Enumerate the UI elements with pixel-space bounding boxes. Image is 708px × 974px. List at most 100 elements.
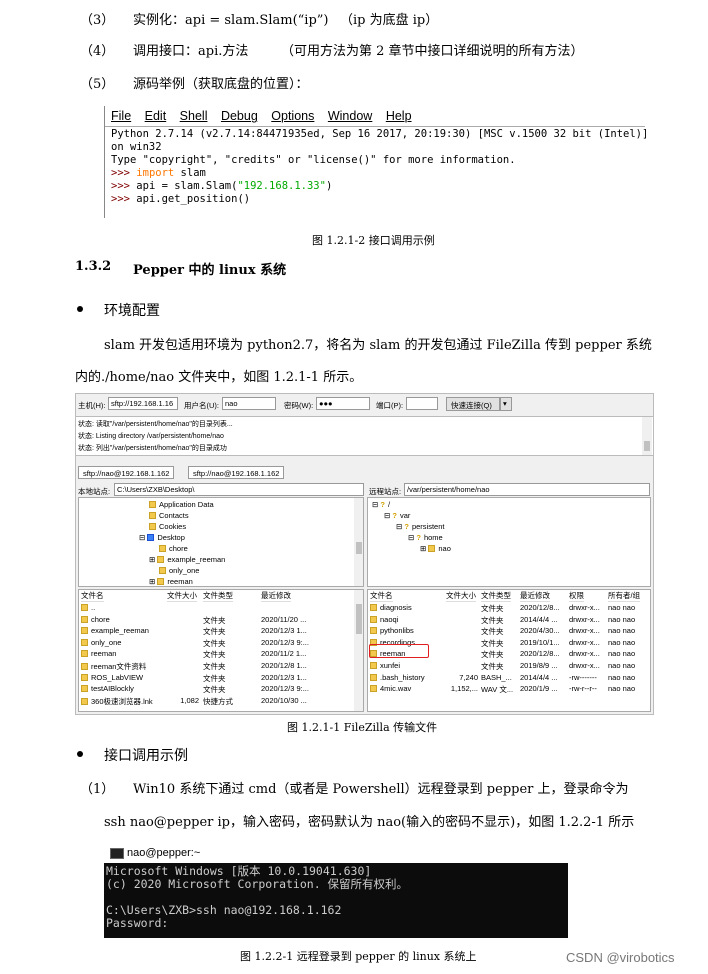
local-file-list: 文件名 文件大小 文件类型 最近修改 .. chore 文件夹 2020/11/20 … <box>78 589 364 712</box>
cell-perm: drwxr-x... <box>569 637 600 647</box>
file-name: .bash_history <box>380 672 425 682</box>
cell-name[interactable]: .bash_history <box>370 673 444 682</box>
cell-name[interactable]: diagnosis <box>370 603 444 612</box>
cell-perm: drwxr-x... <box>569 626 600 636</box>
menu-debug[interactable]: Debug <box>221 109 258 123</box>
cell-name[interactable]: testAIBlockly <box>81 684 165 693</box>
menu-window[interactable]: Window <box>328 109 372 123</box>
tree-item[interactable]: ⊞ nao <box>420 544 451 553</box>
cell-name[interactable]: xunfei <box>370 661 444 670</box>
file-icon <box>370 604 377 611</box>
bullet-environment: 环境配置 <box>104 303 160 319</box>
tree-label: Application Data <box>159 500 214 509</box>
user-label: 用户名(U): <box>184 401 219 410</box>
tab-connection-1[interactable]: sftp://nao@192.168.1.162 <box>78 466 175 479</box>
menu-edit[interactable]: Edit <box>145 109 167 123</box>
column-header-type[interactable]: 文件类型 <box>203 590 233 602</box>
quickconnect-dropdown[interactable]: ▾ <box>500 397 512 411</box>
keyword-import: import <box>136 167 175 179</box>
column-header-size[interactable]: 文件大小 <box>446 590 476 602</box>
local-tree-scrollbar[interactable] <box>354 498 363 586</box>
step-3-note: （ip 为底盘 ip） <box>340 13 439 28</box>
scroll-thumb[interactable] <box>644 441 650 451</box>
cell-date: 2020/12/8 1... <box>261 661 307 670</box>
cell-name[interactable]: reeman <box>81 649 165 658</box>
cell-name[interactable]: 360极速浏览器.lnk <box>81 696 165 707</box>
idle-output[interactable]: Python 2.7.14 (v2.7.14:84471935ed, Sep 1… <box>111 128 648 206</box>
cell-name[interactable]: reeman文件资料 <box>81 661 165 672</box>
menu-help[interactable]: Help <box>386 109 412 123</box>
filezilla-window: 主机(H): sftp://192.168.1.16 用户名(U): nao 密… <box>75 393 654 715</box>
tree-label: / <box>387 500 391 509</box>
tree-item[interactable]: Contacts <box>149 511 189 520</box>
tree-item[interactable]: ⊟ ? var <box>384 511 410 520</box>
local-list-scrollbar[interactable] <box>354 590 363 711</box>
cell-name[interactable]: example_reeman <box>81 626 165 635</box>
menu-shell[interactable]: Shell <box>180 109 208 123</box>
cell-date: 2020/11/20 ... <box>261 614 307 624</box>
log-scrollbar[interactable] <box>642 417 652 455</box>
cell-owner: nao nao <box>608 684 636 694</box>
scroll-thumb[interactable] <box>356 542 362 554</box>
password-input[interactable]: ●●● <box>316 397 370 410</box>
step-5-number: （5） <box>80 77 115 92</box>
column-header-owner[interactable]: 所有者/组 <box>608 590 641 602</box>
column-header-size[interactable]: 文件大小 <box>167 590 197 602</box>
cell-name[interactable]: naoqi <box>370 615 444 624</box>
tree-item[interactable]: chore <box>159 544 188 553</box>
cell-perm: drwxr-x... <box>569 661 600 670</box>
tree-label: nao <box>438 544 451 553</box>
cell-owner: nao nao <box>608 603 636 612</box>
tree-item[interactable]: ⊟ ? persistent <box>396 522 445 531</box>
column-header-permissions[interactable]: 权限 <box>569 590 584 602</box>
column-header-modified[interactable]: 最近修改 <box>520 590 550 602</box>
tree-label: var <box>399 511 411 520</box>
column-header-filename[interactable]: 文件名 <box>370 590 393 602</box>
unknown-folder-icon: ? <box>392 511 397 520</box>
cell-type: 文件夹 <box>481 615 504 625</box>
cell-name[interactable]: ROS_LabVIEW <box>81 673 165 682</box>
cell-name[interactable]: .. <box>81 603 165 612</box>
cell-date: 2020/11/2 1... <box>261 649 307 659</box>
column-header-modified[interactable]: 最近修改 <box>261 590 291 602</box>
terminal-output[interactable]: Microsoft Windows [版本 10.0.19041.630] (c)… <box>106 865 408 930</box>
file-name: chore <box>91 614 110 624</box>
tree-item[interactable]: ⊞ reeman <box>149 577 193 586</box>
tree-item[interactable]: Application Data <box>149 500 214 509</box>
tree-item[interactable]: ⊟ ? / <box>372 500 390 509</box>
remote-path-input[interactable]: /var/persistent/home/nao <box>404 483 650 496</box>
message-log: 状态: 读取"/var/persistent/home/nao"的目录列表...… <box>76 416 653 456</box>
cell-size: 1,082 <box>180 695 199 705</box>
cell-type: 文件夹 <box>203 685 226 695</box>
folder-icon <box>159 545 166 552</box>
menu-options[interactable]: Options <box>271 109 314 123</box>
username-input[interactable]: nao <box>222 397 276 410</box>
menu-file[interactable]: File <box>111 109 131 123</box>
tree-item[interactable]: Cookies <box>149 522 186 531</box>
terminal-line: Password: <box>106 916 169 930</box>
cell-name[interactable]: 4mic.wav <box>370 684 444 693</box>
quickconnect-button[interactable]: 快速连接(Q) <box>446 397 500 411</box>
cell-type: BASH_... <box>481 672 512 682</box>
cell-owner: nao nao <box>608 626 636 636</box>
file-name: 4mic.wav <box>380 684 412 694</box>
port-input[interactable] <box>406 397 438 410</box>
tab-connection-2[interactable]: sftp://nao@192.168.1.162 <box>188 466 285 479</box>
local-path-input[interactable]: C:\Users\ZXB\Desktop\ <box>114 483 364 496</box>
column-header-type[interactable]: 文件类型 <box>481 590 511 602</box>
tree-item[interactable]: ⊟ Desktop <box>139 533 185 542</box>
cell-name[interactable]: chore <box>81 615 165 624</box>
collapse-icon: ⊟ <box>139 533 148 542</box>
file-name: 360极速浏览器.lnk <box>91 696 153 706</box>
cell-name[interactable]: pythonlibs <box>370 626 444 635</box>
tree-item[interactable]: ⊟ ? home <box>408 533 443 542</box>
tree-item[interactable]: ⊞ example_reeman <box>149 555 225 564</box>
idle-cmd-slam: >>> api = slam.Slam("192.168.1.33") <box>111 180 648 193</box>
desktop-icon <box>147 534 155 541</box>
expand-icon: ⊞ <box>420 544 429 553</box>
tree-item[interactable]: only_one <box>159 566 199 575</box>
host-input[interactable]: sftp://192.168.1.16 <box>108 397 178 410</box>
cell-name[interactable]: only_one <box>81 638 165 647</box>
scroll-thumb[interactable] <box>356 604 362 634</box>
column-header-filename[interactable]: 文件名 <box>81 590 104 602</box>
